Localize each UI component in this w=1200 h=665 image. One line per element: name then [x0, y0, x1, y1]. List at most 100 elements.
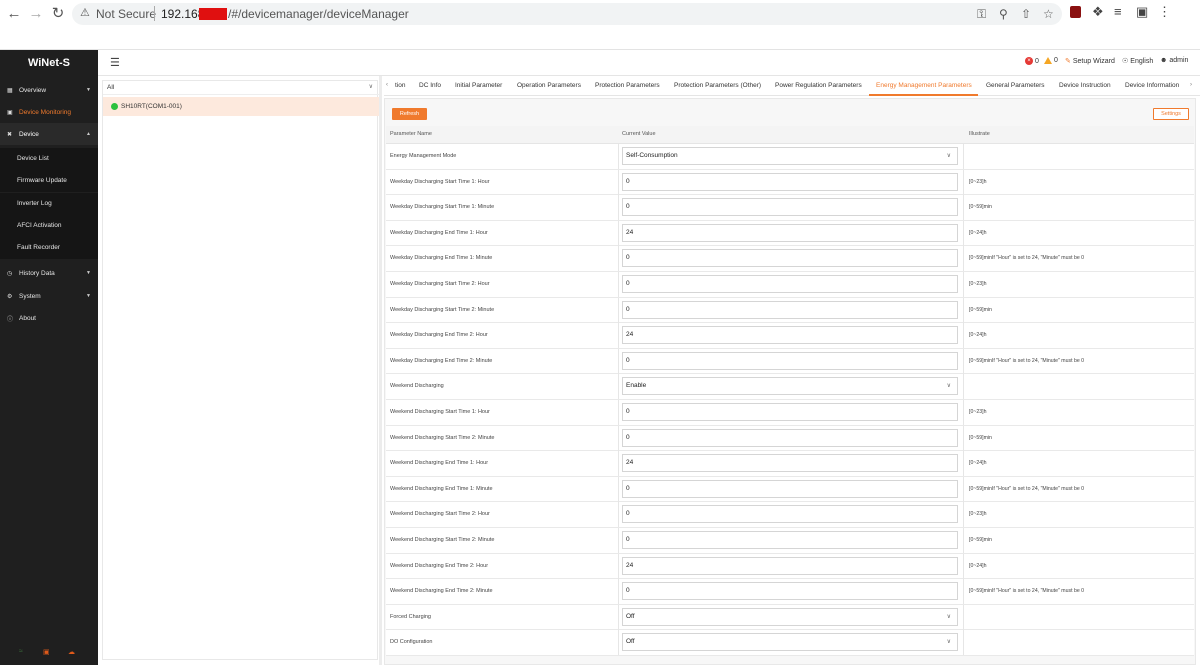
setup-wizard-link[interactable]: ✎ Setup Wizard — [1065, 57, 1115, 66]
online-status-icon — [111, 103, 118, 110]
settings-button[interactable]: Settings — [1153, 108, 1189, 120]
extension-shield-icon[interactable] — [1070, 6, 1081, 18]
column-divider — [963, 272, 964, 297]
tab-general-parameters[interactable]: General Parameters — [986, 82, 1045, 89]
device-node[interactable]: SH10RT(COM1-001) — [103, 97, 379, 116]
address-bar[interactable]: ⚠ Not Secure 192.168. /#/devicemanager/d… — [72, 3, 1062, 25]
parameter-value-input[interactable]: 0 — [622, 249, 958, 268]
extensions-puzzle-icon[interactable]: ❖ — [1092, 4, 1104, 20]
sidebar-item-label: History Data — [19, 269, 55, 277]
parameter-value-input[interactable]: 0 — [622, 275, 958, 293]
table-row: Weekend Discharging Start Time 2: Minute… — [386, 528, 1194, 554]
column-divider — [963, 630, 964, 656]
parameter-value-input[interactable]: 24 — [622, 454, 958, 473]
parameter-value-input[interactable]: 0 — [622, 351, 958, 370]
tab-protection-parameters-other[interactable]: Protection Parameters (Other) — [674, 82, 761, 89]
sidebar-subitem-inverter-log[interactable]: Inverter Log — [0, 193, 98, 215]
zoom-icon[interactable]: ⚲ — [999, 7, 1008, 21]
parameter-value-select[interactable]: Off ∨ — [622, 607, 958, 626]
share-icon[interactable]: ⇧ — [1021, 7, 1031, 21]
language-selector[interactable]: ☉ English — [1122, 57, 1153, 66]
sidebar-subitem-firmware-update[interactable]: Firmware Update — [0, 170, 98, 192]
reload-icon[interactable]: ↻ — [48, 4, 68, 24]
header-current-value: Current Value — [622, 131, 656, 137]
parameter-name: DO Configuration — [390, 639, 433, 646]
router-icon[interactable]: ▣ — [43, 648, 50, 656]
parameter-value-input[interactable]: 0 — [622, 172, 958, 191]
parameter-value-text: 24 — [626, 228, 634, 236]
tab-operation-parameters[interactable]: Operation Parameters — [517, 82, 581, 89]
parameter-value-input[interactable]: 0 — [622, 582, 958, 601]
tab-partial[interactable]: tion — [395, 82, 405, 89]
menu-toggle-icon[interactable]: ☰ — [110, 56, 120, 69]
parameter-value-select[interactable]: Self-Consumption ∨ — [622, 147, 958, 165]
chevron-right-icon[interactable]: › — [1190, 82, 1192, 88]
parameter-value-select[interactable]: Enable ∨ — [622, 377, 958, 396]
parameter-value-input[interactable]: 0 — [622, 428, 958, 447]
column-divider — [618, 297, 619, 323]
warning-count: 0 — [1054, 57, 1058, 64]
parameter-name: Weekday Discharging Start Time 2: Hour — [390, 281, 490, 287]
column-divider — [618, 604, 619, 630]
parameter-value-input[interactable]: 24 — [622, 556, 958, 575]
tab-device-instruction[interactable]: Device Instruction — [1059, 82, 1111, 89]
parameter-value-input[interactable]: 0 — [622, 531, 958, 549]
tab-device-information[interactable]: Device Information — [1125, 82, 1179, 89]
parameter-name: Weekday Discharging End Time 2: Hour — [390, 332, 488, 339]
device-filter-select[interactable]: All ∨ — [103, 81, 379, 95]
error-alert[interactable]: × 0 — [1025, 57, 1039, 65]
tab-dc-info[interactable]: DC Info — [419, 82, 441, 89]
sidebar-item-system[interactable]: ⚙ System ▼ — [0, 285, 98, 307]
table-row: Weekday Discharging End Time 1: Hour 24 [0… — [386, 220, 1194, 247]
side-panel-icon[interactable]: ▣ — [1136, 4, 1148, 20]
parameter-illustrate: [0~59]min — [969, 537, 992, 543]
parameter-value-input[interactable]: 24 — [622, 223, 958, 242]
parameter-illustrate: [0~59]min — [969, 306, 992, 313]
parameter-name: Weekend Discharging End Time 1: Minute — [390, 485, 493, 492]
bookmark-star-icon[interactable]: ☆ — [1043, 7, 1054, 21]
sidebar-item-overview[interactable]: ▦ Overview ▼ — [0, 79, 98, 101]
tab-energy-management-parameters[interactable]: Energy Management Parameters — [876, 82, 972, 89]
sidebar-item-device-monitoring[interactable]: ▣ Device Monitoring — [0, 101, 98, 123]
sidebar-item-history-data[interactable]: ◷ History Data ▼ — [0, 262, 98, 284]
globe-icon: ☉ — [1122, 58, 1129, 65]
parameter-illustrate: [0~23]h — [969, 178, 987, 185]
forward-arrow-icon[interactable]: → — [26, 4, 46, 24]
clock-icon: ◷ — [7, 270, 13, 277]
warning-alert[interactable]: 0 — [1044, 57, 1058, 64]
sidebar-subitem-afci-activation[interactable]: AFCI Activation — [0, 215, 98, 237]
back-arrow-icon[interactable]: ← — [4, 4, 24, 24]
browser-toolbar: ← → ↻ ⚠ Not Secure 192.168. /#/deviceman… — [0, 0, 1200, 50]
tab-power-regulation-parameters[interactable]: Power Regulation Parameters — [775, 82, 862, 89]
column-divider — [618, 502, 619, 528]
key-icon[interactable]: ⚿ — [977, 7, 986, 22]
parameter-value-input[interactable]: 24 — [622, 326, 958, 345]
sidebar-item-about[interactable]: ⓘ About — [0, 307, 98, 329]
parameter-value-input[interactable]: 0 — [622, 300, 958, 319]
chevron-left-icon[interactable]: ‹ — [386, 82, 388, 88]
sidebar-subitem-fault-recorder[interactable]: Fault Recorder — [0, 237, 98, 259]
sidebar-item-device[interactable]: ✖ Device ▲ — [0, 123, 98, 145]
tab-initial-parameter[interactable]: Initial Parameter — [455, 82, 502, 89]
sidebar-subitem-device-list[interactable]: Device List — [0, 148, 98, 170]
parameter-value-input[interactable]: 0 — [622, 198, 958, 217]
refresh-button[interactable]: Refresh — [392, 108, 427, 120]
tab-protection-parameters[interactable]: Protection Parameters — [595, 82, 660, 89]
table-row: Weekend Discharging End Time 1: Minute 0 [… — [386, 476, 1194, 503]
parameter-value-select[interactable]: Off ∨ — [622, 633, 958, 652]
tools-icon: ✖ — [7, 131, 13, 138]
user-menu[interactable]: ☻ admin — [1160, 57, 1188, 64]
reading-list-icon[interactable]: ≡ — [1114, 4, 1122, 19]
chevron-down-icon: ▼ — [86, 87, 91, 93]
parameter-value-input[interactable]: 0 — [622, 505, 958, 524]
cloud-icon[interactable]: ☁ — [68, 648, 75, 656]
parameter-name: Weekend Discharging End Time 2: Hour — [390, 562, 489, 569]
panel-splitter[interactable] — [379, 76, 382, 665]
wifi-icon[interactable]: ≈ — [19, 648, 23, 655]
parameter-value-input[interactable]: 0 — [622, 403, 958, 421]
parameter-value-text: 0 — [626, 510, 630, 518]
table-header: Parameter Name Current Value Illustrate — [386, 126, 1194, 144]
parameter-value-input[interactable]: 0 — [622, 479, 958, 498]
browser-menu-icon[interactable]: ⋮ — [1158, 4, 1171, 20]
table-row: Weekday Discharging Start Time 1: Hour 0 [… — [386, 169, 1194, 196]
